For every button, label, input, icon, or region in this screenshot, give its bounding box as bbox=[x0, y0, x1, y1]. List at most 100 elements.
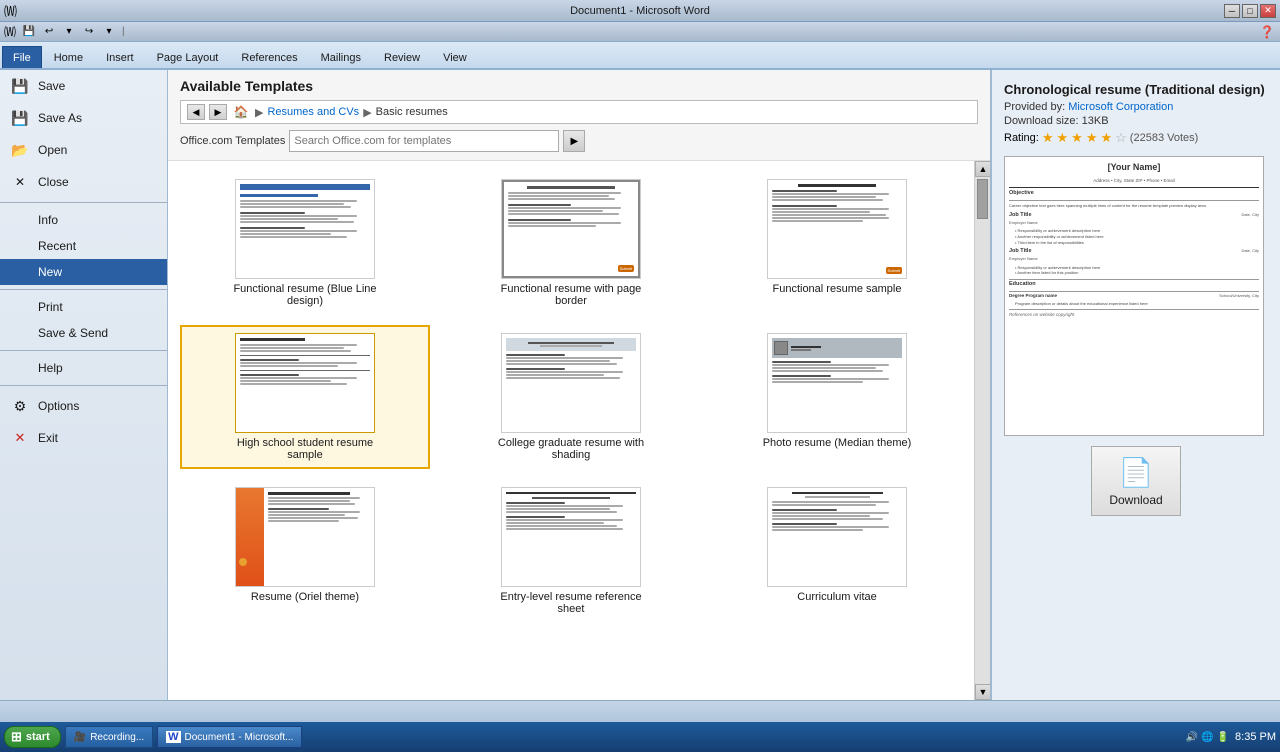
download-section: 📄 Download bbox=[1004, 446, 1268, 516]
back-button[interactable]: ◀ bbox=[187, 104, 205, 120]
save-as-icon: 💾 bbox=[10, 108, 30, 128]
preview-image-box: [Your Name] Address • City, State ZIP • … bbox=[1004, 156, 1264, 436]
template-entry[interactable]: Entry-level resume reference sheet bbox=[446, 479, 696, 623]
title-bar-left: 🄦 bbox=[4, 1, 19, 20]
template-name-7: Resume (Oriel theme) bbox=[251, 591, 359, 603]
template-name-5: College graduate resume with shading bbox=[496, 437, 646, 461]
sidebar-item-new[interactable]: New bbox=[0, 259, 167, 285]
customize-btn[interactable]: ▾ bbox=[100, 24, 118, 40]
recording-icon: 🎥 bbox=[74, 732, 86, 743]
breadcrumb-sep1: ▶ bbox=[255, 106, 263, 119]
star-4: ★ bbox=[1086, 130, 1098, 146]
template-high-school[interactable]: High school student resume sample bbox=[180, 325, 430, 469]
help-icon-small[interactable]: ❓ bbox=[1258, 24, 1276, 40]
sidebar-item-recent[interactable]: Recent bbox=[0, 233, 167, 259]
preview-section: Chronological resume (Traditional design… bbox=[1004, 82, 1268, 146]
tab-file[interactable]: File bbox=[2, 46, 42, 68]
save-icon: 💾 bbox=[10, 76, 30, 96]
redo-btn[interactable]: ↪ bbox=[80, 24, 98, 40]
tab-mailings[interactable]: Mailings bbox=[310, 47, 372, 68]
provider-link[interactable]: Microsoft Corporation bbox=[1068, 101, 1173, 113]
tray-icon-battery: 🔋 bbox=[1217, 732, 1229, 743]
breadcrumb-current: Basic resumes bbox=[376, 106, 448, 118]
sidebar-item-options[interactable]: ⚙ Options bbox=[0, 390, 167, 422]
options-icon: ⚙ bbox=[10, 396, 30, 416]
taskbar-right: 🔊 🌐 🔋 8:35 PM bbox=[1186, 731, 1276, 743]
scroll-thumb-area bbox=[975, 177, 990, 684]
star-3: ★ bbox=[1071, 130, 1083, 146]
template-thumb-8 bbox=[501, 487, 641, 587]
sidebar-divider1 bbox=[0, 202, 167, 203]
template-name-6: Photo resume (Median theme) bbox=[763, 437, 912, 449]
minimize-button[interactable]: ─ bbox=[1224, 4, 1240, 18]
breadcrumb-link-resumes[interactable]: Resumes and CVs bbox=[267, 106, 359, 118]
download-button[interactable]: 📄 Download bbox=[1091, 446, 1181, 516]
sidebar-item-open[interactable]: 📂 Open bbox=[0, 134, 167, 166]
scroll-thumb[interactable] bbox=[977, 179, 988, 219]
close-doc-icon: ✕ bbox=[10, 172, 30, 192]
tab-home[interactable]: Home bbox=[43, 47, 94, 68]
template-thumb-5 bbox=[501, 333, 641, 433]
template-photo[interactable]: Photo resume (Median theme) bbox=[712, 325, 962, 469]
sidebar-item-close[interactable]: ✕ Close bbox=[0, 166, 167, 198]
preview-provider: Provided by: Microsoft Corporation bbox=[1004, 101, 1268, 113]
start-button[interactable]: ⊞ start bbox=[4, 726, 61, 748]
template-functional-sample[interactable]: Submit Functional resume sample bbox=[712, 171, 962, 315]
taskbar-word[interactable]: W Document1 - Microsoft... bbox=[157, 726, 302, 748]
tab-review[interactable]: Review bbox=[373, 47, 431, 68]
start-icon: ⊞ bbox=[11, 729, 22, 745]
word-logo: 🄦 bbox=[4, 23, 16, 40]
sidebar-item-print[interactable]: Print bbox=[0, 294, 167, 320]
star-1: ★ bbox=[1042, 130, 1054, 146]
template-functional-blue[interactable]: Functional resume (Blue Line design) bbox=[180, 171, 430, 315]
scroll-up-btn[interactable]: ▲ bbox=[975, 161, 990, 177]
scroll-down-btn[interactable]: ▼ bbox=[975, 684, 990, 700]
exit-icon: ✕ bbox=[10, 428, 30, 448]
sidebar-item-save-send[interactable]: Save & Send bbox=[0, 320, 167, 346]
sidebar-item-exit[interactable]: ✕ Exit bbox=[0, 422, 167, 454]
home-button[interactable]: 🏠 bbox=[231, 104, 251, 120]
tab-insert[interactable]: Insert bbox=[95, 47, 145, 68]
quick-access-toolbar: 🄦 💾 ↩ ▾ ↪ ▾ | ❓ bbox=[0, 22, 1280, 42]
template-name-4: High school student resume sample bbox=[230, 437, 380, 461]
sidebar-item-info[interactable]: Info bbox=[0, 207, 167, 233]
template-functional-border[interactable]: Submit Functional resume with page borde… bbox=[446, 171, 696, 315]
restore-button[interactable]: □ bbox=[1242, 4, 1258, 18]
right-panel: Chronological resume (Traditional design… bbox=[990, 70, 1280, 700]
taskbar-recording[interactable]: 🎥 Recording... bbox=[65, 726, 153, 748]
status-bar bbox=[0, 700, 1280, 722]
close-button[interactable]: ✕ bbox=[1260, 4, 1276, 18]
preview-download-size: Download size: 13KB bbox=[1004, 115, 1268, 127]
votes-text: (22583 Votes) bbox=[1130, 132, 1199, 144]
template-name-3: Functional resume sample bbox=[772, 283, 901, 295]
sidebar-item-help[interactable]: Help bbox=[0, 355, 167, 381]
template-oriel[interactable]: Resume (Oriel theme) bbox=[180, 479, 430, 623]
submit-badge-3: Submit bbox=[886, 267, 902, 274]
stars-row: Rating: ★ ★ ★ ★ ★ ☆ (22583 Votes) bbox=[1004, 130, 1268, 146]
star-6-empty: ☆ bbox=[1115, 130, 1127, 146]
forward-button[interactable]: ▶ bbox=[209, 104, 227, 120]
download-icon: 📄 bbox=[1119, 456, 1154, 489]
sidebar-divider3 bbox=[0, 350, 167, 351]
main-container: 💾 Save 💾 Save As 📂 Open ✕ Close Info Rec… bbox=[0, 70, 1280, 700]
open-icon: 📂 bbox=[10, 140, 30, 160]
search-go-button[interactable]: ▶ bbox=[563, 130, 585, 152]
preview-title: Chronological resume (Traditional design… bbox=[1004, 82, 1268, 97]
sidebar-item-save-as[interactable]: 💾 Save As bbox=[0, 102, 167, 134]
template-name-9: Curriculum vitae bbox=[797, 591, 876, 603]
undo-btn[interactable]: ↩ bbox=[40, 24, 58, 40]
template-college[interactable]: College graduate resume with shading bbox=[446, 325, 696, 469]
system-tray: 🔊 🌐 🔋 bbox=[1186, 732, 1229, 743]
template-cv[interactable]: Curriculum vitae bbox=[712, 479, 962, 623]
sidebar: 💾 Save 💾 Save As 📂 Open ✕ Close Info Rec… bbox=[0, 70, 168, 700]
undo-dropdown-btn[interactable]: ▾ bbox=[60, 24, 78, 40]
tab-references[interactable]: References bbox=[230, 47, 308, 68]
sidebar-item-save[interactable]: 💾 Save bbox=[0, 70, 167, 102]
save-quick-btn[interactable]: 💾 bbox=[20, 24, 38, 40]
tab-view[interactable]: View bbox=[432, 47, 478, 68]
content-area: Available Templates ◀ ▶ 🏠 ▶ Resumes and … bbox=[168, 70, 990, 700]
star-5-half: ★ bbox=[1100, 130, 1112, 146]
search-input[interactable] bbox=[289, 130, 559, 152]
word-icon: 🄦 bbox=[4, 1, 17, 20]
tab-page-layout[interactable]: Page Layout bbox=[146, 47, 230, 68]
